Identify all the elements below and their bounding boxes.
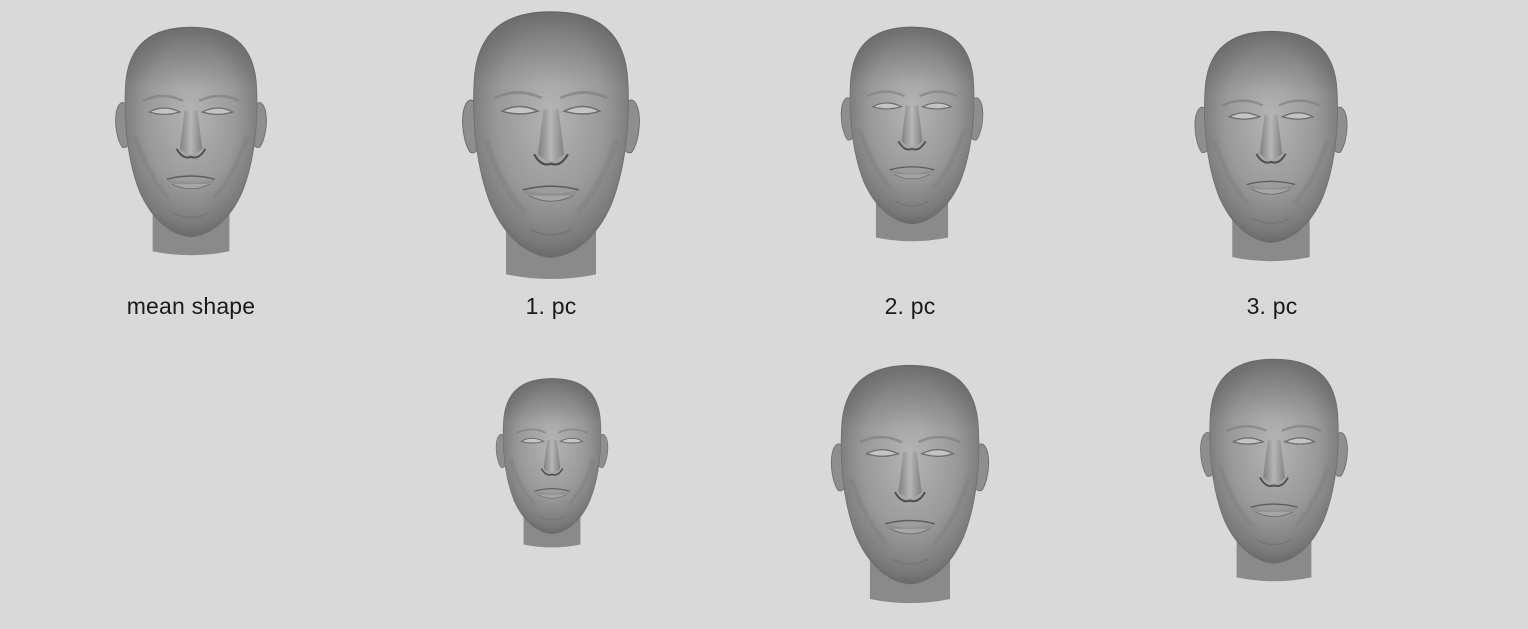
mean-shape-face [105,24,277,256]
pc1-negative-face [478,376,626,548]
pc3-caption: 3. pc [1246,293,1298,319]
mean-shape-caption: mean shape [126,293,256,319]
pc1-caption: 1. pc [525,293,577,319]
pc3-positive-face [1178,28,1364,262]
pc2-caption: 2. pc [884,293,936,319]
pc2-negative-face [822,362,998,604]
pc1-positive-face [453,8,649,280]
pc2-positive-face [828,24,996,242]
pc3-negative-face [1194,356,1354,582]
